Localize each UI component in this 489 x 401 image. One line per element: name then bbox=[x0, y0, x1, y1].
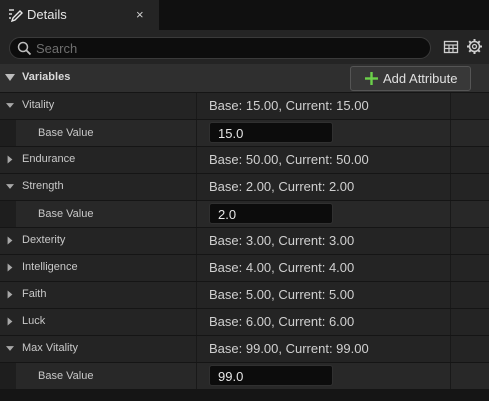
base-value-cell: 99.0 bbox=[196, 363, 450, 389]
attribute-extra-cell bbox=[450, 93, 489, 119]
chevron-down-icon[interactable] bbox=[6, 344, 14, 353]
base-value-row: Base Value 99.0 bbox=[0, 363, 489, 389]
attribute-row[interactable]: Vitality Base: 15.00, Current: 15.00 bbox=[0, 93, 489, 119]
attribute-name: Vitality bbox=[22, 99, 55, 111]
attribute-value: Base: 15.00, Current: 15.00 bbox=[209, 98, 369, 113]
search-input[interactable] bbox=[36, 40, 416, 56]
attribute-extra-cell bbox=[450, 174, 489, 200]
plus-icon bbox=[365, 72, 378, 85]
attribute-value: Base: 5.00, Current: 5.00 bbox=[209, 287, 355, 302]
attribute-value-cell: Base: 3.00, Current: 3.00 bbox=[196, 228, 450, 254]
table-icon[interactable] bbox=[443, 39, 459, 55]
attribute-extra-cell bbox=[450, 309, 489, 335]
attribute-value-cell: Base: 99.00, Current: 99.00 bbox=[196, 336, 450, 362]
base-value-input[interactable]: 2.0 bbox=[209, 203, 333, 224]
attribute-row[interactable]: Endurance Base: 50.00, Current: 50.00 bbox=[0, 147, 489, 173]
attribute-value: Base: 3.00, Current: 3.00 bbox=[209, 233, 355, 248]
search-row bbox=[0, 30, 489, 64]
base-value-label: Base Value bbox=[38, 370, 94, 382]
attribute-name: Intelligence bbox=[22, 261, 78, 273]
attribute-value: Base: 2.00, Current: 2.00 bbox=[209, 179, 355, 194]
indent-gutter bbox=[0, 201, 16, 227]
base-value-extra-cell bbox=[450, 363, 489, 389]
base-value-extra-cell bbox=[450, 120, 489, 146]
tab-details[interactable]: Details × bbox=[0, 0, 159, 30]
base-value-name-cell: Base Value bbox=[0, 363, 196, 389]
close-icon[interactable]: × bbox=[136, 7, 144, 22]
attribute-value-cell: Base: 2.00, Current: 2.00 bbox=[196, 174, 450, 200]
search-icon bbox=[17, 41, 32, 56]
base-value-text: 2.0 bbox=[218, 207, 237, 222]
attribute-name-cell: Dexterity bbox=[0, 228, 196, 254]
attribute-value: Base: 4.00, Current: 4.00 bbox=[209, 260, 355, 275]
tab-title: Details bbox=[27, 7, 67, 22]
attribute-value-cell: Base: 50.00, Current: 50.00 bbox=[196, 147, 450, 173]
attribute-name-cell: Luck bbox=[0, 309, 196, 335]
pencil-icon bbox=[9, 9, 23, 23]
chevron-right-icon[interactable] bbox=[6, 290, 14, 299]
base-value-name-cell: Base Value bbox=[0, 201, 196, 227]
attribute-value-cell: Base: 4.00, Current: 4.00 bbox=[196, 255, 450, 281]
attribute-name-cell: Intelligence bbox=[0, 255, 196, 281]
attribute-row[interactable]: Intelligence Base: 4.00, Current: 4.00 bbox=[0, 255, 489, 281]
attribute-name-cell: Endurance bbox=[0, 147, 196, 173]
chevron-down-icon[interactable] bbox=[6, 182, 14, 191]
category-title: Variables bbox=[22, 71, 71, 83]
attribute-name: Max Vitality bbox=[22, 342, 79, 354]
attribute-extra-cell bbox=[450, 336, 489, 362]
search-box[interactable] bbox=[9, 37, 431, 59]
base-value-name-cell: Base Value bbox=[0, 120, 196, 146]
add-attribute-label: Add Attribute bbox=[383, 71, 458, 86]
attribute-name: Dexterity bbox=[22, 234, 66, 246]
chevron-right-icon[interactable] bbox=[6, 317, 14, 326]
attribute-name-cell: Max Vitality bbox=[0, 336, 196, 362]
attribute-name-cell: Strength bbox=[0, 174, 196, 200]
attribute-row[interactable]: Max Vitality Base: 99.00, Current: 99.00 bbox=[0, 336, 489, 362]
base-value-text: 15.0 bbox=[218, 126, 244, 141]
base-value-input[interactable]: 15.0 bbox=[209, 122, 333, 143]
details-panel: Details × Variables bbox=[0, 0, 489, 401]
attribute-value-cell: Base: 6.00, Current: 6.00 bbox=[196, 309, 450, 335]
base-value-label: Base Value bbox=[38, 208, 94, 220]
chevron-right-icon[interactable] bbox=[6, 263, 14, 272]
chevron-right-icon[interactable] bbox=[6, 155, 14, 164]
attribute-value-cell: Base: 5.00, Current: 5.00 bbox=[196, 282, 450, 308]
attribute-value: Base: 50.00, Current: 50.00 bbox=[209, 152, 369, 167]
base-value-extra-cell bbox=[450, 201, 489, 227]
attribute-name-cell: Vitality bbox=[0, 93, 196, 119]
base-value-label: Base Value bbox=[38, 127, 94, 139]
base-value-cell: 2.0 bbox=[196, 201, 450, 227]
attribute-name: Strength bbox=[22, 180, 64, 192]
base-value-row: Base Value 2.0 bbox=[0, 201, 489, 227]
base-value-input[interactable]: 99.0 bbox=[209, 365, 333, 386]
base-value-cell: 15.0 bbox=[196, 120, 450, 146]
attribute-extra-cell bbox=[450, 147, 489, 173]
chevron-right-icon[interactable] bbox=[6, 236, 14, 245]
attribute-name: Luck bbox=[22, 315, 46, 327]
attribute-row[interactable]: Strength Base: 2.00, Current: 2.00 bbox=[0, 174, 489, 200]
attribute-row[interactable]: Dexterity Base: 3.00, Current: 3.00 bbox=[0, 228, 489, 254]
category-variables[interactable]: Variables Add Attribute bbox=[0, 64, 489, 92]
attribute-value: Base: 6.00, Current: 6.00 bbox=[209, 314, 355, 329]
indent-gutter bbox=[0, 120, 16, 146]
attribute-name: Endurance bbox=[22, 153, 76, 165]
attribute-row[interactable]: Luck Base: 6.00, Current: 6.00 bbox=[0, 309, 489, 335]
attribute-value: Base: 99.00, Current: 99.00 bbox=[209, 341, 369, 356]
add-attribute-button[interactable]: Add Attribute bbox=[350, 66, 471, 91]
indent-gutter bbox=[0, 363, 16, 389]
attribute-name-cell: Faith bbox=[0, 282, 196, 308]
attribute-row[interactable]: Faith Base: 5.00, Current: 5.00 bbox=[0, 282, 489, 308]
attribute-value-cell: Base: 15.00, Current: 15.00 bbox=[196, 93, 450, 119]
gear-icon[interactable] bbox=[466, 38, 483, 55]
attribute-extra-cell bbox=[450, 282, 489, 308]
attribute-name: Faith bbox=[22, 288, 47, 300]
tab-strip: Details × bbox=[0, 0, 489, 30]
base-value-row: Base Value 15.0 bbox=[0, 120, 489, 146]
chevron-down-icon[interactable] bbox=[5, 74, 15, 82]
base-value-text: 99.0 bbox=[218, 369, 244, 384]
attribute-extra-cell bbox=[450, 255, 489, 281]
attribute-extra-cell bbox=[450, 228, 489, 254]
chevron-down-icon[interactable] bbox=[6, 101, 14, 110]
